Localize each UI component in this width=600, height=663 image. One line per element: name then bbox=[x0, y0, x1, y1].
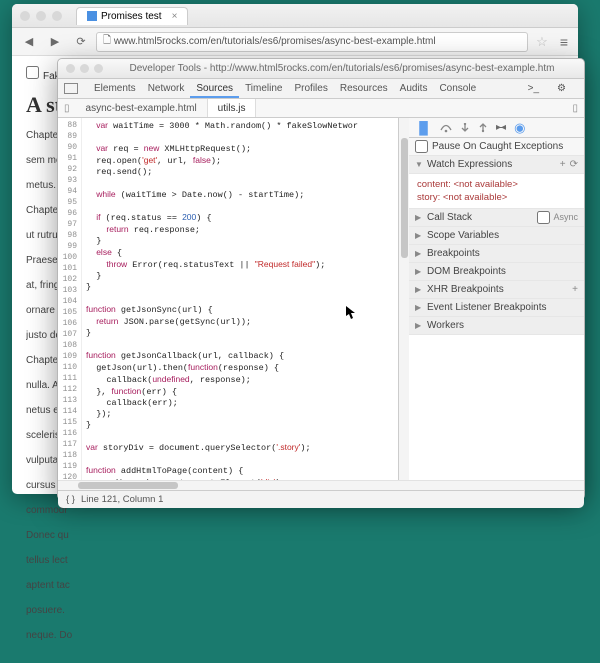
page-text: posuere. bbox=[26, 603, 86, 618]
devtools-tabitem[interactable]: Network bbox=[142, 83, 191, 94]
devtools-tabitem[interactable]: Profiles bbox=[288, 83, 333, 94]
page-text: tellus lect bbox=[26, 553, 86, 568]
bookmark-icon[interactable]: ☆ bbox=[536, 34, 548, 50]
scrollbar-vertical[interactable] bbox=[399, 118, 409, 480]
callstack-header[interactable]: ▶Call StackAsync bbox=[409, 209, 584, 227]
inspect-icon[interactable] bbox=[64, 83, 78, 94]
devtools-tabitem[interactable]: Sources bbox=[190, 83, 239, 98]
step-over-icon[interactable] bbox=[440, 123, 452, 133]
max-dot[interactable] bbox=[52, 11, 62, 21]
pause-exceptions-icon[interactable]: ◉ bbox=[514, 120, 525, 136]
max-dot[interactable] bbox=[94, 64, 103, 73]
devtools-title: Developer Tools - http://www.html5rocks.… bbox=[108, 63, 576, 74]
add-icon[interactable]: + bbox=[572, 284, 578, 295]
panel-section[interactable]: ▶Scope Variables bbox=[409, 227, 584, 245]
tab-title: Promises test bbox=[101, 11, 162, 22]
line-gutter: 88 89 90 91 92 93 94 95 96 97 98 99 100 … bbox=[58, 118, 82, 480]
favicon bbox=[87, 11, 97, 21]
source-code: var waitTime = 3000 * Math.random() * fa… bbox=[82, 118, 398, 480]
console-toggle-icon[interactable]: >_ bbox=[522, 83, 545, 94]
devtools-tabitem[interactable]: Elements bbox=[88, 83, 142, 94]
close-dot[interactable] bbox=[20, 11, 30, 21]
step-into-icon[interactable] bbox=[460, 123, 470, 133]
code-editor[interactable]: 88 89 90 91 92 93 94 95 96 97 98 99 100 … bbox=[58, 118, 399, 480]
devtools-titlebar: Developer Tools - http://www.html5rocks.… bbox=[58, 59, 584, 79]
async-checkbox[interactable]: Async bbox=[537, 211, 578, 224]
pause-exceptions-row[interactable]: Pause On Caught Exceptions bbox=[409, 138, 584, 156]
add-watch-icon[interactable]: + bbox=[560, 159, 566, 170]
menu-icon[interactable]: ≡ bbox=[556, 34, 572, 50]
debug-toolbar: ▐▌ ▸◂ ◉ bbox=[409, 118, 584, 138]
panel-section[interactable]: ▶Workers bbox=[409, 317, 584, 335]
watch-header[interactable]: ▼Watch Expressions+⟳ bbox=[409, 156, 584, 174]
devtools-tabitem[interactable]: Resources bbox=[334, 83, 394, 94]
min-dot[interactable] bbox=[80, 64, 89, 73]
page-text: aptent tac bbox=[26, 578, 86, 593]
close-tab-icon[interactable]: × bbox=[172, 11, 178, 22]
navigator-icon[interactable]: ▯ bbox=[58, 103, 76, 114]
url-input[interactable]: 🗋 www.html5rocks.com/en/tutorials/es6/pr… bbox=[96, 32, 528, 52]
back-button[interactable]: ◀ bbox=[18, 33, 40, 51]
devtools-tabs: ElementsNetworkSourcesTimelineProfilesRe… bbox=[58, 79, 584, 99]
file-tabs: ▯ async-best-example.html utils.js ▯ bbox=[58, 99, 584, 118]
drawer-icon[interactable]: ▯ bbox=[566, 103, 584, 114]
devtools-tabitem[interactable]: Audits bbox=[394, 83, 434, 94]
forward-button[interactable]: ▶ bbox=[44, 33, 66, 51]
devtools-tabitem[interactable]: Console bbox=[433, 83, 482, 94]
scrollbar-horizontal[interactable] bbox=[58, 480, 584, 490]
page-text: neque. Do bbox=[26, 628, 86, 643]
browser-tab[interactable]: Promises test × bbox=[76, 7, 188, 25]
browser-titlebar: Promises test × bbox=[12, 4, 578, 28]
debug-panel: ▐▌ ▸◂ ◉ Pause On Caught Exceptions ▼Watc… bbox=[409, 118, 584, 480]
panel-section[interactable]: ▶Breakpoints bbox=[409, 245, 584, 263]
file-tab[interactable]: utils.js bbox=[208, 99, 257, 117]
page-text: Donec qu bbox=[26, 528, 86, 543]
step-out-icon[interactable] bbox=[478, 123, 488, 133]
watch-body: content: <not available> story: <not ava… bbox=[409, 174, 584, 209]
pause-button[interactable]: ▐▌ bbox=[415, 121, 432, 135]
status-bar: { } Line 121, Column 1 bbox=[58, 490, 584, 508]
settings-icon[interactable]: ⚙ bbox=[551, 83, 572, 94]
cursor-position: Line 121, Column 1 bbox=[81, 494, 163, 505]
file-tab[interactable]: async-best-example.html bbox=[76, 99, 208, 117]
panel-section[interactable]: ▶XHR Breakpoints+ bbox=[409, 281, 584, 299]
panel-section[interactable]: ▶DOM Breakpoints bbox=[409, 263, 584, 281]
close-dot[interactable] bbox=[66, 64, 75, 73]
refresh-watch-icon[interactable]: ⟳ bbox=[570, 159, 578, 170]
devtools-window: Developer Tools - http://www.html5rocks.… bbox=[57, 58, 585, 500]
browser-toolbar: ◀ ▶ ⟳ 🗋 www.html5rocks.com/en/tutorials/… bbox=[12, 28, 578, 56]
min-dot[interactable] bbox=[36, 11, 46, 21]
devtools-tabitem[interactable]: Timeline bbox=[239, 83, 288, 94]
deactivate-breakpoints-icon[interactable]: ▸◂ bbox=[496, 122, 506, 133]
reload-button[interactable]: ⟳ bbox=[70, 33, 92, 51]
panel-section[interactable]: ▶Event Listener Breakpoints bbox=[409, 299, 584, 317]
brackets-icon[interactable]: { } bbox=[66, 494, 75, 505]
